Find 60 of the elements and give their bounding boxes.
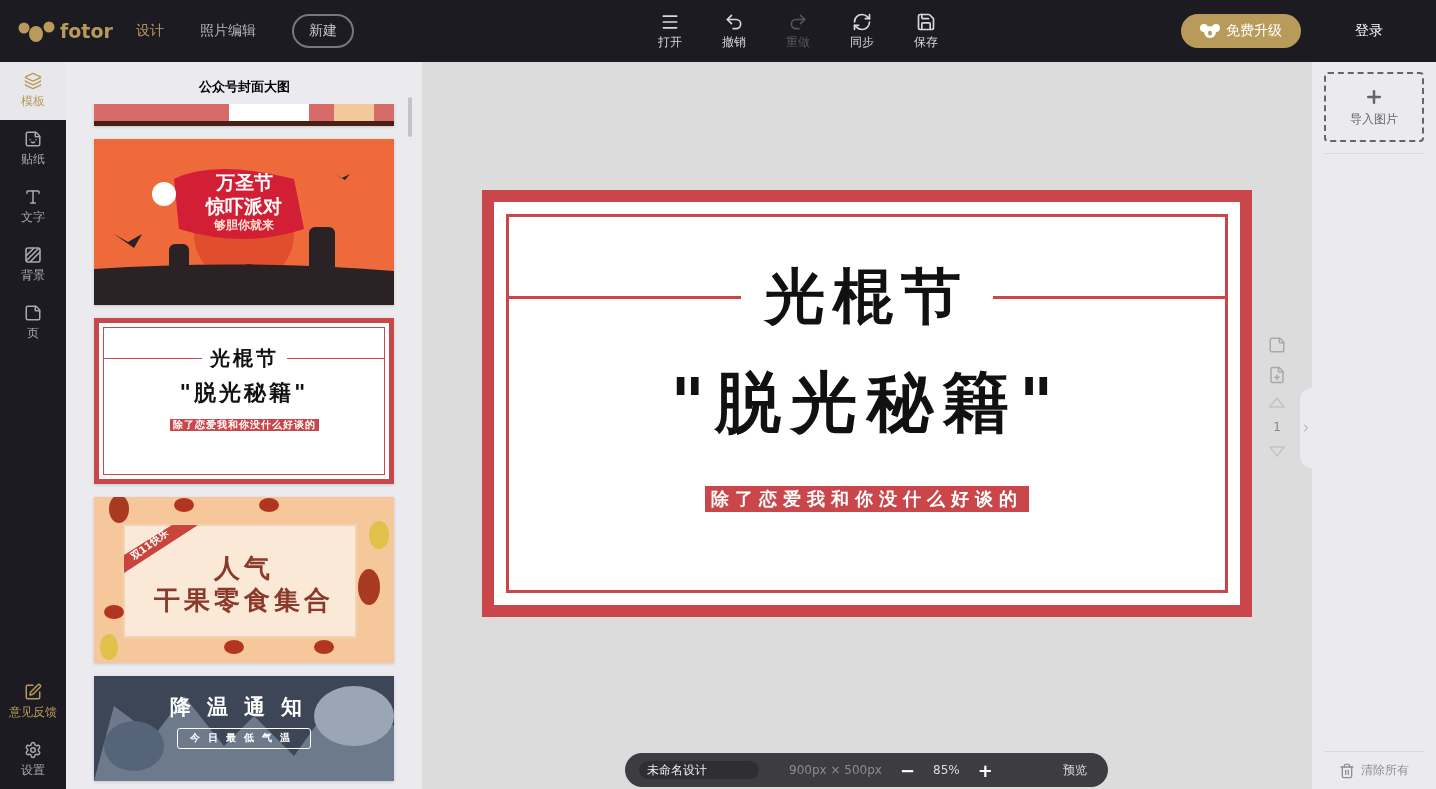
trash-icon <box>1339 762 1355 779</box>
design-tagline[interactable]: 除了恋爱我和你没什么好谈的 <box>705 486 1029 512</box>
open-button[interactable]: 打开 <box>654 11 686 51</box>
canvas-size: 900px × 500px <box>789 763 882 777</box>
settings-icon <box>24 741 42 759</box>
nav-link[interactable]: 照片编辑 <box>200 22 256 40</box>
save-icon <box>916 11 936 32</box>
page-number: 1 <box>1273 420 1281 434</box>
save-button[interactable]: 保存 <box>910 11 942 51</box>
koala-icon <box>1200 23 1220 39</box>
page-down-icon[interactable] <box>1269 446 1285 458</box>
sidebar-item[interactable]: 背景 <box>0 236 66 294</box>
design-title[interactable]: 光棍节 <box>765 257 969 338</box>
undo-icon <box>724 11 744 32</box>
sidebar-item[interactable]: 文字 <box>0 178 66 236</box>
template-title: 光棍节 <box>209 346 279 371</box>
design-canvas[interactable]: 光棍节 "脱光秘籍" 除了恋爱我和你没什么好谈的 <box>482 190 1252 617</box>
undo-button[interactable]: 撤销 <box>718 11 750 51</box>
template-card[interactable]: 光棍节 "脱光秘籍" 除了恋爱我和你没什么好谈的 <box>94 318 394 484</box>
design-subtitle[interactable]: "脱光秘籍" <box>670 358 1064 448</box>
template-title: 万圣节 <box>215 170 273 195</box>
scrollbar[interactable] <box>408 97 412 137</box>
page-icon <box>24 304 42 322</box>
login-link[interactable]: 登录 <box>1301 22 1436 40</box>
template-caption: 够胆你就来 <box>214 218 274 234</box>
feedback-icon <box>24 683 42 701</box>
settings-button[interactable]: 设置 <box>0 731 66 789</box>
template-title: 人气 <box>214 551 274 584</box>
templates-icon <box>24 72 42 90</box>
import-image-button[interactable]: 导入图片 <box>1324 72 1424 142</box>
sync-button[interactable]: 同步 <box>846 11 878 51</box>
text-icon <box>24 188 42 206</box>
zoom-in-button[interactable]: + <box>973 759 997 781</box>
background-icon <box>24 246 42 264</box>
stickers-icon <box>24 130 42 148</box>
logo-text: fotor <box>60 20 113 42</box>
template-title: "脱光秘籍" <box>179 379 309 407</box>
logo-icon <box>18 19 56 43</box>
nav-link[interactable]: 设计 <box>136 22 164 40</box>
sync-icon <box>852 11 872 32</box>
zoom-level: 85% <box>933 763 960 777</box>
page-icon[interactable] <box>1268 336 1286 354</box>
add-page-icon[interactable] <box>1268 366 1286 384</box>
ribbon-label: 双11快乐 <box>128 527 172 564</box>
template-title: 惊吓派对 <box>206 194 282 219</box>
collapse-tab[interactable] <box>1300 388 1312 468</box>
template-title: 干果零食集合 <box>154 584 334 617</box>
new-button[interactable]: 新建 <box>292 14 354 48</box>
sidebar-item[interactable]: 页 <box>0 294 66 352</box>
sidebar-item[interactable]: 贴纸 <box>0 120 66 178</box>
template-caption: 除了恋爱我和你没什么好谈的 <box>169 418 319 431</box>
preview-button[interactable]: 预览 <box>1056 760 1093 780</box>
template-title: 降温通知 <box>170 694 318 721</box>
zoom-out-button[interactable]: − <box>895 759 920 781</box>
design-name-field[interactable]: 未命名设计 <box>639 761 759 779</box>
feedback-button[interactable]: 意见反馈 <box>0 673 66 731</box>
panel-title: 公众号封面大图 <box>197 78 291 96</box>
template-caption: 今日最低气温 <box>177 728 311 749</box>
page-up-icon[interactable] <box>1269 396 1285 408</box>
redo-icon <box>788 11 808 32</box>
